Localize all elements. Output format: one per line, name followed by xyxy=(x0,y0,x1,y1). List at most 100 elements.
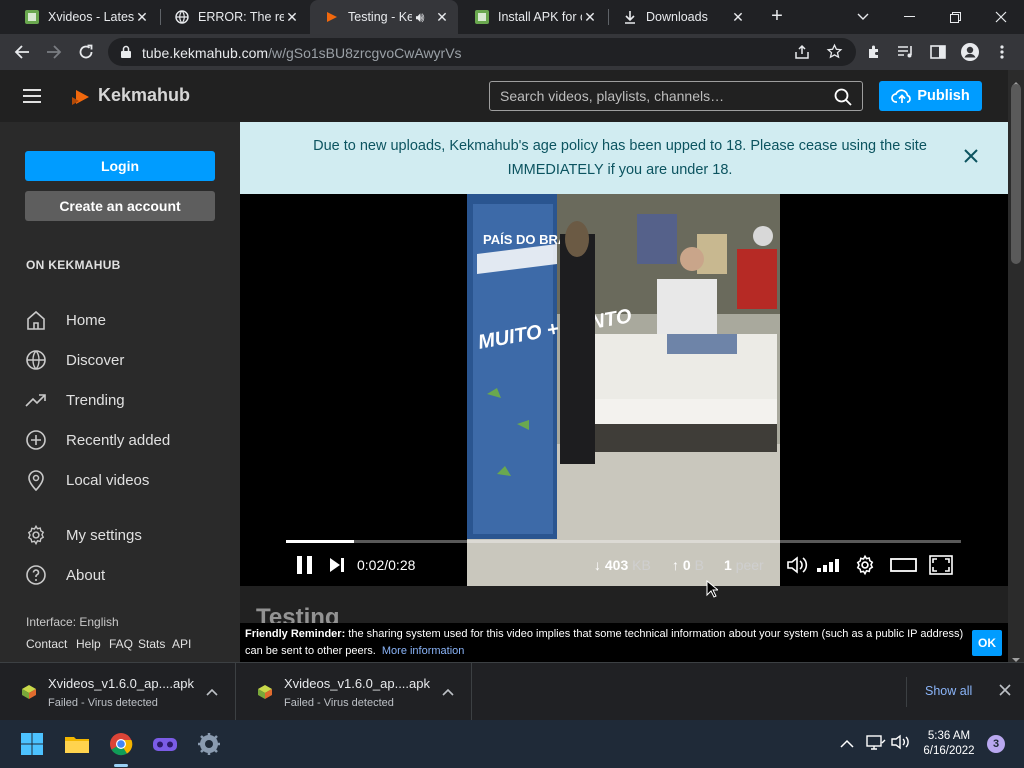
clock-time: 5:36 AM xyxy=(927,730,971,742)
active-app-indicator xyxy=(114,764,128,767)
footer-link-faq[interactable]: FAQ xyxy=(109,637,133,651)
menu-icon[interactable] xyxy=(990,40,1014,64)
footer-link-stats[interactable]: Stats xyxy=(138,637,165,651)
reload-button[interactable] xyxy=(74,40,98,64)
vr-app-icon[interactable] xyxy=(149,728,181,760)
friendly-reminder-notice: Friendly Reminder: the sharing system us… xyxy=(240,623,1008,662)
download-filename: Xvideos_v1.6.0_ap....apk xyxy=(284,676,430,691)
chevron-up-icon[interactable] xyxy=(840,736,854,754)
close-icon[interactable] xyxy=(962,147,980,165)
close-icon[interactable] xyxy=(998,683,1014,699)
video-frame[interactable]: PAÍS DO BRASIL MUITO + VENTO xyxy=(467,194,780,586)
login-button[interactable]: Login xyxy=(25,151,215,181)
apk-file-icon xyxy=(20,683,38,701)
tab-downloads[interactable]: Downloads ✕ xyxy=(608,0,754,34)
globe-icon xyxy=(174,9,190,25)
page-scrollbar[interactable] xyxy=(1008,70,1024,662)
peers-stat: 1 peer xyxy=(724,557,764,573)
address-bar[interactable]: tube.kekmahub.com/w/gSo1sBU8zrcgvoCwAwyr… xyxy=(108,38,856,66)
close-icon[interactable]: ✕ xyxy=(434,9,450,25)
tab-search-button[interactable] xyxy=(840,0,886,34)
search-input[interactable]: Search videos, playlists, channels… xyxy=(489,81,863,111)
banner-line-1: Due to new uploads, Kekmahub's age polic… xyxy=(313,138,927,154)
media-control-icon[interactable] xyxy=(894,40,918,64)
back-button[interactable] xyxy=(10,40,34,64)
sidebar-item-local-videos[interactable]: Local videos xyxy=(24,465,224,495)
search-icon[interactable] xyxy=(834,88,852,111)
tab-install-apk[interactable]: Install APK for c ✕ xyxy=(460,0,606,34)
close-icon[interactable]: ✕ xyxy=(730,9,746,25)
publish-button[interactable]: Publish xyxy=(879,81,982,111)
more-information-link[interactable]: More information xyxy=(382,645,465,657)
reminder-body: the sharing system used for this video i… xyxy=(245,628,964,657)
url-path: /w/gSo1sBU8zrcgvoCwAwyrVs xyxy=(268,45,462,61)
pause-icon[interactable] xyxy=(295,555,315,580)
footer-link-help[interactable]: Help xyxy=(76,637,101,651)
download-item[interactable]: Xvideos_v1.6.0_ap....apk Failed - Virus … xyxy=(0,663,236,721)
theater-mode-icon[interactable] xyxy=(890,557,918,578)
side-panel-icon[interactable] xyxy=(926,40,950,64)
close-window-button[interactable] xyxy=(978,0,1024,34)
sidebar-item-home[interactable]: Home xyxy=(24,305,224,335)
minimize-button[interactable] xyxy=(886,0,932,34)
video-player[interactable]: PAÍS DO BRASIL MUITO + VENTO 0:02/0:28 ↓… xyxy=(240,194,1008,586)
tab-testing[interactable]: Testing - Ke 🔊︎ ✕ xyxy=(310,0,458,34)
settings-app-icon[interactable] xyxy=(193,728,225,760)
download-item[interactable]: Xvideos_v1.6.0_ap....apk Failed - Virus … xyxy=(236,663,472,721)
sidebar-item-trending[interactable]: Trending xyxy=(24,385,224,415)
tab-error[interactable]: ERROR: The req ✕ xyxy=(160,0,308,34)
video-frame-image: PAÍS DO BRASIL MUITO + VENTO xyxy=(467,194,780,586)
extensions-icon[interactable] xyxy=(862,40,886,64)
footer-link-contact[interactable]: Contact xyxy=(26,637,67,651)
forward-button[interactable] xyxy=(42,40,66,64)
close-icon[interactable]: ✕ xyxy=(134,9,150,25)
sidebar-item-my-settings[interactable]: My settings xyxy=(24,520,224,550)
chevron-up-icon[interactable] xyxy=(205,685,219,699)
close-icon[interactable]: ✕ xyxy=(284,9,300,25)
sidebar-item-label: About xyxy=(66,566,106,584)
notification-badge[interactable]: 3 xyxy=(987,735,1005,753)
location-icon xyxy=(24,468,48,492)
scrollbar-thumb[interactable] xyxy=(1011,84,1021,264)
kekmahub-logo-icon[interactable] xyxy=(70,86,92,113)
speaker-icon[interactable]: 🔊︎ xyxy=(412,9,428,25)
tab-xvideos[interactable]: Xvideos - Latest ✕ xyxy=(10,0,158,34)
ok-button[interactable]: OK xyxy=(972,630,1002,656)
profile-icon[interactable] xyxy=(958,40,982,64)
create-account-button[interactable]: Create an account xyxy=(25,191,215,221)
settings-gear-icon[interactable] xyxy=(854,554,876,581)
close-icon[interactable]: ✕ xyxy=(582,9,598,25)
network-icon[interactable] xyxy=(866,734,886,755)
chevron-up-icon[interactable] xyxy=(441,685,455,699)
sidebar-item-recently-added[interactable]: Recently added xyxy=(24,425,224,455)
file-explorer-icon[interactable] xyxy=(61,728,93,760)
hamburger-menu-icon[interactable] xyxy=(22,88,42,109)
progress-fill xyxy=(286,540,354,543)
share-icon[interactable] xyxy=(794,44,810,65)
interface-language[interactable]: Interface: English xyxy=(26,615,119,629)
peers-count: 1 xyxy=(724,557,732,573)
windows-start-icon[interactable] xyxy=(16,728,48,760)
sidebar-item-about[interactable]: About xyxy=(24,560,224,590)
restore-button[interactable] xyxy=(932,0,978,34)
show-all-button[interactable]: Show all xyxy=(925,684,972,698)
download-status: Failed - Virus detected xyxy=(284,697,394,709)
system-clock[interactable]: 5:36 AM 6/16/2022 xyxy=(918,729,980,759)
fullscreen-icon[interactable] xyxy=(929,555,953,580)
time-display: 0:02/0:28 xyxy=(357,557,416,573)
volume-icon[interactable] xyxy=(891,734,911,755)
star-icon[interactable] xyxy=(826,43,843,65)
sidebar-item-discover[interactable]: Discover xyxy=(24,345,224,375)
footer-link-api[interactable]: API xyxy=(172,637,191,651)
new-tab-button[interactable]: + xyxy=(766,6,788,28)
lock-icon[interactable] xyxy=(120,45,132,64)
upload-cloud-icon xyxy=(891,87,913,105)
volume-level-icon[interactable] xyxy=(816,557,842,578)
next-icon[interactable] xyxy=(329,557,345,578)
download-bar: Xvideos_v1.6.0_ap....apk Failed - Virus … xyxy=(0,662,1024,721)
site-name[interactable]: Kekmahub xyxy=(98,85,190,106)
progress-bar[interactable] xyxy=(286,540,961,543)
volume-icon[interactable] xyxy=(786,555,810,580)
chrome-icon[interactable] xyxy=(105,728,137,760)
url-text[interactable]: tube.kekmahub.com/w/gSo1sBU8zrcgvoCwAwyr… xyxy=(142,45,462,61)
